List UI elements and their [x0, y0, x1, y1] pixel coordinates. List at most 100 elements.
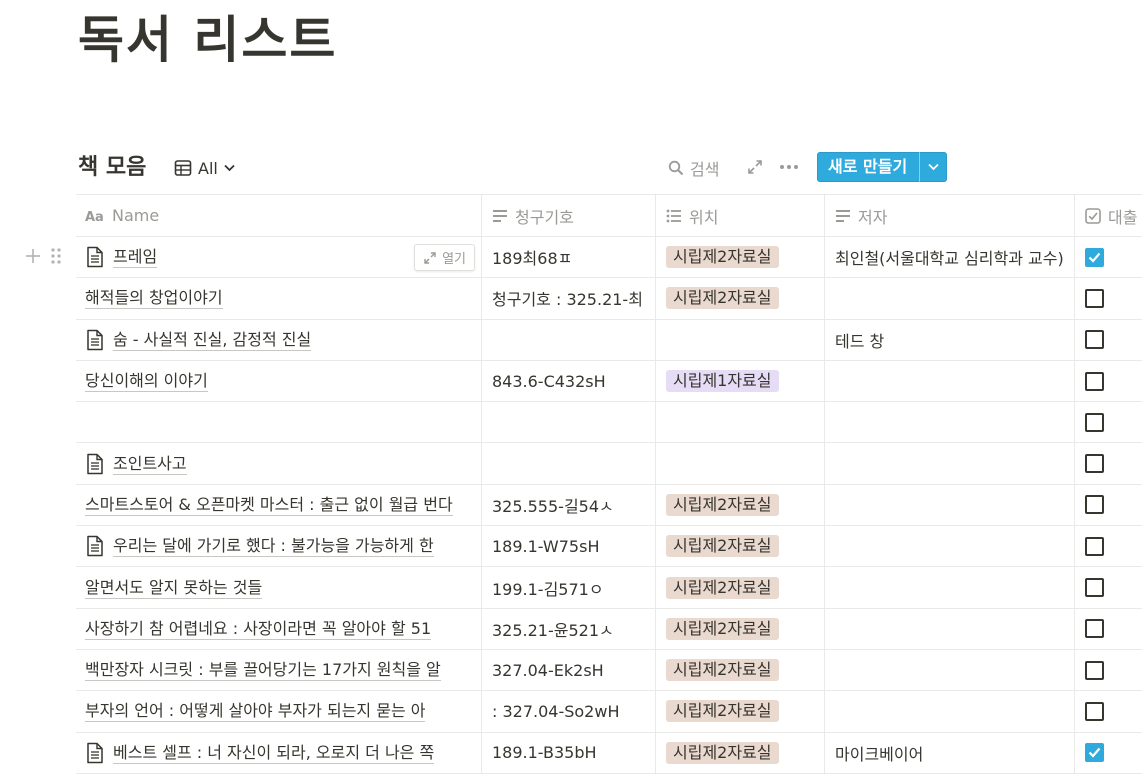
location-cell[interactable]: 시립제2자료실 — [656, 649, 825, 691]
location-cell[interactable] — [656, 443, 825, 484]
view-selector[interactable]: All — [174, 156, 235, 180]
table-row[interactable]: 백만장자 시크릿 : 부를 끌어당기는 17가지 원칙을 알 327.04-Ek2… — [76, 649, 1142, 692]
name-cell[interactable]: 숨 - 사실적 진실, 감정적 진실 — [76, 319, 482, 360]
search-button[interactable]: 검색 — [668, 155, 719, 181]
name-cell[interactable]: 프레임 열기 — [76, 237, 482, 278]
location-cell[interactable]: 시립제2자료실 — [656, 526, 825, 567]
book-title[interactable]: 스마트스토어 & 오픈마켓 마스터 : 출근 없이 월급 번다 — [85, 494, 453, 516]
loan-checkbox[interactable] — [1085, 536, 1104, 556]
call-number-cell[interactable] — [482, 443, 656, 484]
call-number-cell[interactable] — [482, 402, 656, 443]
column-header-location[interactable]: 위치 — [656, 195, 825, 236]
name-cell[interactable]: 조인트사고 — [76, 443, 482, 484]
author-cell[interactable] — [825, 484, 1075, 526]
author-cell[interactable] — [825, 608, 1075, 649]
loan-checkbox[interactable] — [1085, 247, 1104, 267]
table-row[interactable]: 숨 - 사실적 진실, 감정적 진실 테드 창 — [76, 319, 1142, 361]
call-number-cell[interactable]: 189.1-W75sH — [482, 526, 656, 567]
loan-checkbox[interactable] — [1085, 578, 1104, 598]
call-number-cell[interactable]: 843.6-C432sH — [482, 360, 656, 402]
name-cell[interactable]: 스마트스토어 & 오픈마켓 마스터 : 출근 없이 월급 번다 — [76, 484, 482, 526]
call-number-cell[interactable]: 325.21-윤521ㅅ — [482, 608, 656, 649]
open-button[interactable]: 열기 — [414, 244, 475, 271]
author-cell[interactable] — [825, 567, 1075, 608]
table-row[interactable]: 당신이해의 이야기 843.6-C432sH 시립제1자료실 — [76, 360, 1142, 403]
location-cell[interactable]: 시립제2자료실 — [656, 484, 825, 526]
expand-icon[interactable] — [746, 158, 764, 176]
book-title[interactable]: 부자의 언어 : 어떻게 살아야 부자가 되는지 묻는 아 — [85, 700, 426, 723]
location-cell[interactable]: 시립제2자료실 — [656, 278, 825, 319]
author-cell[interactable] — [825, 402, 1075, 443]
book-title[interactable]: 알면서도 알지 못하는 것들 — [85, 577, 263, 599]
book-title[interactable]: 숨 - 사실적 진실, 감정적 진실 — [113, 329, 312, 351]
name-cell[interactable] — [76, 402, 482, 443]
name-cell[interactable]: 우리는 달에 가기로 했다 : 불가능을 가능하게 한 — [76, 526, 482, 567]
author-cell[interactable] — [825, 526, 1075, 567]
loan-checkbox[interactable] — [1085, 288, 1104, 308]
location-cell[interactable]: 시립제2자료실 — [656, 608, 825, 649]
table-row[interactable]: 베스트 셀프 : 너 자신이 되라, 오로지 더 나은 쪽 189.1-B35bH… — [76, 732, 1142, 774]
call-number-cell[interactable]: 325.555-길54ㅅ — [482, 484, 656, 526]
loan-checkbox[interactable] — [1085, 412, 1104, 432]
name-cell[interactable]: 부자의 언어 : 어떻게 살아야 부자가 되는지 묻는 아 — [76, 691, 482, 732]
author-cell[interactable] — [825, 360, 1075, 402]
location-cell[interactable]: 시립제2자료실 — [656, 691, 825, 732]
table-row[interactable]: 프레임 열기 189최68ㅍ 시립제2자료실 최인철(서울대학교 심리학과 교수) — [76, 237, 1142, 279]
name-cell[interactable]: 당신이해의 이야기 — [76, 360, 482, 402]
location-cell[interactable]: 시립제2자료실 — [656, 237, 825, 278]
author-cell[interactable] — [825, 649, 1075, 691]
call-number-cell[interactable]: 327.04-Ek2sH — [482, 649, 656, 691]
new-button[interactable]: 새로 만들기 — [817, 152, 948, 182]
name-cell[interactable]: 해적들의 창업이야기 — [76, 278, 482, 319]
column-header-author[interactable]: 저자 — [825, 195, 1075, 236]
book-title[interactable]: 해적들의 창업이야기 — [85, 287, 223, 310]
table-row[interactable]: 사장하기 참 어렵네요 : 사장이라면 꼭 알아야 할 51 325.21-윤52… — [76, 608, 1142, 650]
column-header-loan[interactable]: 대출 — [1075, 195, 1142, 236]
call-number-cell[interactable]: 189최68ㅍ — [482, 237, 656, 278]
table-row[interactable] — [76, 402, 1142, 444]
table-row[interactable]: 부자의 언어 : 어떻게 살아야 부자가 되는지 묻는 아 : 327.04-So… — [76, 691, 1142, 733]
loan-checkbox[interactable] — [1085, 371, 1104, 391]
new-dropdown-button[interactable] — [919, 152, 947, 182]
loan-checkbox[interactable] — [1085, 619, 1104, 639]
add-row-icon[interactable] — [24, 247, 42, 265]
author-cell[interactable] — [825, 443, 1075, 484]
book-title[interactable]: 당신이해의 이야기 — [85, 370, 208, 393]
location-cell[interactable]: 시립제2자료실 — [656, 567, 825, 608]
location-cell[interactable] — [656, 319, 825, 360]
call-number-cell[interactable] — [482, 319, 656, 360]
author-cell[interactable] — [825, 691, 1075, 732]
name-cell[interactable]: 알면서도 알지 못하는 것들 — [76, 567, 482, 608]
table-row[interactable]: 해적들의 창업이야기 청구기호 : 325.21-최 시립제2자료실 — [76, 278, 1142, 320]
loan-checkbox[interactable] — [1085, 330, 1104, 350]
database-title[interactable]: 책 모음 — [78, 154, 146, 182]
table-row[interactable]: 스마트스토어 & 오픈마켓 마스터 : 출근 없이 월급 번다 325.555-길… — [76, 484, 1142, 527]
call-number-cell[interactable]: 청구기호 : 325.21-최 — [482, 278, 656, 319]
book-title[interactable]: 우리는 달에 가기로 했다 : 불가능을 가능하게 한 — [113, 535, 434, 558]
author-cell[interactable]: 마이크베이어 — [825, 732, 1075, 773]
drag-handle-icon[interactable] — [50, 247, 62, 265]
call-number-cell[interactable]: 199.1-김571ㅇ — [482, 567, 656, 608]
table-row[interactable]: 알면서도 알지 못하는 것들 199.1-김571ㅇ 시립제2자료실 — [76, 567, 1142, 609]
location-cell[interactable]: 시립제1자료실 — [656, 360, 825, 402]
call-number-cell[interactable]: : 327.04-So2wH — [482, 691, 656, 732]
author-cell[interactable]: 테드 창 — [825, 319, 1075, 360]
book-title[interactable]: 백만장자 시크릿 : 부를 끌어당기는 17가지 원칙을 알 — [85, 659, 441, 682]
loan-checkbox[interactable] — [1085, 660, 1104, 680]
loan-checkbox[interactable] — [1085, 454, 1104, 474]
author-cell[interactable]: 최인철(서울대학교 심리학과 교수) — [825, 237, 1075, 278]
loan-checkbox[interactable] — [1085, 701, 1104, 721]
name-cell[interactable]: 베스트 셀프 : 너 자신이 되라, 오로지 더 나은 쪽 — [76, 732, 482, 773]
location-cell[interactable] — [656, 402, 825, 443]
more-options-icon[interactable] — [778, 156, 800, 178]
book-title[interactable]: 사장하기 참 어렵네요 : 사장이라면 꼭 알아야 할 51 — [85, 618, 432, 640]
column-header-name[interactable]: Aa Name — [76, 195, 482, 236]
table-row[interactable]: 조인트사고 — [76, 443, 1142, 485]
location-cell[interactable]: 시립제2자료실 — [656, 732, 825, 773]
book-title[interactable]: 조인트사고 — [113, 453, 187, 475]
table-row[interactable]: 우리는 달에 가기로 했다 : 불가능을 가능하게 한 189.1-W75sH 시립… — [76, 526, 1142, 568]
name-cell[interactable]: 사장하기 참 어렵네요 : 사장이라면 꼭 알아야 할 51 — [76, 608, 482, 649]
loan-checkbox[interactable] — [1085, 743, 1104, 763]
author-cell[interactable] — [825, 278, 1075, 319]
book-title[interactable]: 프레임 — [113, 246, 158, 269]
